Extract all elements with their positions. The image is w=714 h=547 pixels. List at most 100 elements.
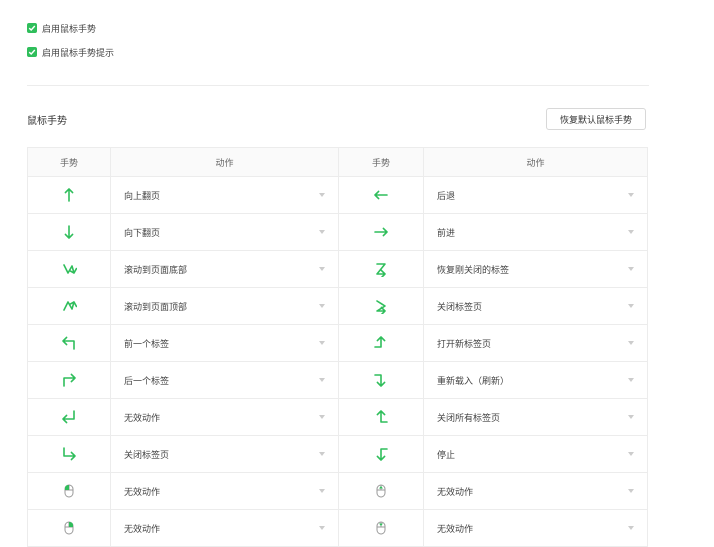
restore-default-gestures-button[interactable]: 恢复默认鼠标手势 xyxy=(546,108,646,130)
caret-down-icon xyxy=(319,415,325,419)
action-select[interactable]: 重新载入（刷新） xyxy=(424,362,647,398)
action-value: 打开新标签页 xyxy=(437,339,492,350)
action-select[interactable]: 打开新标签页 xyxy=(424,325,647,361)
action-cell: 无效动作 xyxy=(423,472,648,510)
action-cell: 关闭所有标签页 xyxy=(423,398,648,436)
action-select[interactable]: 无效动作 xyxy=(111,510,338,546)
caret-down-icon xyxy=(319,489,325,493)
gesture-cell xyxy=(338,509,424,547)
caret-down-icon xyxy=(628,378,634,382)
mouse-right-click-icon xyxy=(28,520,110,536)
action-cell: 后一个标签 xyxy=(110,361,339,399)
caret-down-icon xyxy=(628,452,634,456)
enable-mouse-gesture-option[interactable]: 启用鼠标手势 xyxy=(27,21,96,35)
action-cell: 关闭标签页 xyxy=(423,287,648,325)
action-cell: 前进 xyxy=(423,213,648,251)
action-value: 无效动作 xyxy=(124,487,161,498)
action-value: 关闭标签页 xyxy=(124,450,170,461)
caret-down-icon xyxy=(628,341,634,345)
enable-mouse-gesture-label: 启用鼠标手势 xyxy=(42,24,97,35)
caret-down-icon xyxy=(319,304,325,308)
gesture-cell xyxy=(338,472,424,510)
table-row: 后一个标签 重新载入（刷新） xyxy=(27,361,648,399)
gesture-cell xyxy=(338,361,424,399)
action-select[interactable]: 关闭标签页 xyxy=(111,436,338,472)
action-value: 停止 xyxy=(437,450,456,461)
enable-gesture-hint-option[interactable]: 启用鼠标手势提示 xyxy=(27,45,114,59)
mouse-scroll-down-icon xyxy=(339,520,423,536)
gesture-up-left-icon xyxy=(28,335,110,351)
gesture-cell xyxy=(27,472,111,510)
action-select[interactable]: 滚动到页面底部 xyxy=(111,251,338,287)
enable-gesture-hint-label: 启用鼠标手势提示 xyxy=(42,48,115,59)
action-value: 滚动到页面底部 xyxy=(124,265,188,276)
checkmark-icon xyxy=(28,25,36,31)
action-select[interactable]: 恢复刚关闭的标签 xyxy=(424,251,647,287)
table-row: 前一个标签 打开新标签页 xyxy=(27,324,648,362)
caret-down-icon xyxy=(628,267,634,271)
action-select[interactable]: 关闭标签页 xyxy=(424,288,647,324)
gesture-cell xyxy=(27,398,111,436)
table-row: 向上翻页 后退 xyxy=(27,176,648,214)
table-row: 向下翻页 前进 xyxy=(27,213,648,251)
gesture-cell xyxy=(338,287,424,325)
action-select[interactable]: 向上翻页 xyxy=(111,177,338,213)
action-value: 后退 xyxy=(437,191,456,202)
mouse-left-click-icon xyxy=(28,483,110,499)
mouse-scroll-up-icon xyxy=(339,483,423,499)
action-cell: 恢复刚关闭的标签 xyxy=(423,250,648,288)
action-select[interactable]: 无效动作 xyxy=(424,473,647,509)
action-cell: 关闭标签页 xyxy=(110,435,339,473)
table-row: 无效动作 无效动作 xyxy=(27,472,648,510)
caret-down-icon xyxy=(628,415,634,419)
gesture-up-down-up-icon xyxy=(28,261,110,277)
table-row: 滚动到页面底部 恢复刚关闭的标签 xyxy=(27,250,648,288)
action-select[interactable]: 向下翻页 xyxy=(111,214,338,250)
enable-mouse-gesture-checkbox[interactable] xyxy=(27,23,37,33)
action-cell: 滚动到页面顶部 xyxy=(110,287,339,325)
gesture-cell xyxy=(27,509,111,547)
action-select[interactable]: 前进 xyxy=(424,214,647,250)
gesture-cell xyxy=(338,435,424,473)
action-select[interactable]: 后退 xyxy=(424,177,647,213)
caret-down-icon xyxy=(319,452,325,456)
gesture-cell xyxy=(27,213,111,251)
action-select[interactable]: 无效动作 xyxy=(111,399,338,435)
action-select[interactable]: 前一个标签 xyxy=(111,325,338,361)
gesture-right-down-icon xyxy=(339,372,423,388)
action-value: 无效动作 xyxy=(437,524,474,535)
gesture-cell xyxy=(338,213,424,251)
divider xyxy=(27,85,649,86)
table-row: 无效动作 无效动作 xyxy=(27,509,648,547)
action-select[interactable]: 停止 xyxy=(424,436,647,472)
action-select[interactable]: 滚动到页面顶部 xyxy=(111,288,338,324)
action-value: 无效动作 xyxy=(124,524,161,535)
gesture-cell xyxy=(27,435,111,473)
header-action: 动作 xyxy=(110,147,339,177)
enable-gesture-hint-checkbox[interactable] xyxy=(27,47,37,57)
caret-down-icon xyxy=(319,341,325,345)
action-select[interactable]: 关闭所有标签页 xyxy=(424,399,647,435)
gesture-right-up-icon xyxy=(339,409,423,425)
gesture-cell xyxy=(338,250,424,288)
arrow-left-icon xyxy=(339,187,423,203)
gesture-zigzag-right-icon xyxy=(339,298,423,314)
action-value: 恢复刚关闭的标签 xyxy=(437,265,510,276)
action-cell: 向下翻页 xyxy=(110,213,339,251)
gesture-cell xyxy=(27,361,111,399)
action-cell: 前一个标签 xyxy=(110,324,339,362)
caret-down-icon xyxy=(319,193,325,197)
action-cell: 无效动作 xyxy=(423,509,648,547)
action-cell: 重新载入（刷新） xyxy=(423,361,648,399)
checkmark-icon xyxy=(28,49,36,55)
action-select[interactable]: 无效动作 xyxy=(424,510,647,546)
action-cell: 无效动作 xyxy=(110,472,339,510)
gesture-table-header: 手势 动作 手势 动作 xyxy=(27,147,648,177)
action-select[interactable]: 后一个标签 xyxy=(111,362,338,398)
action-value: 后一个标签 xyxy=(124,376,170,387)
caret-down-icon xyxy=(628,230,634,234)
action-cell: 后退 xyxy=(423,176,648,214)
action-select[interactable]: 无效动作 xyxy=(111,473,338,509)
gesture-left-down-icon xyxy=(339,446,423,462)
table-row: 无效动作 关闭所有标签页 xyxy=(27,398,648,436)
